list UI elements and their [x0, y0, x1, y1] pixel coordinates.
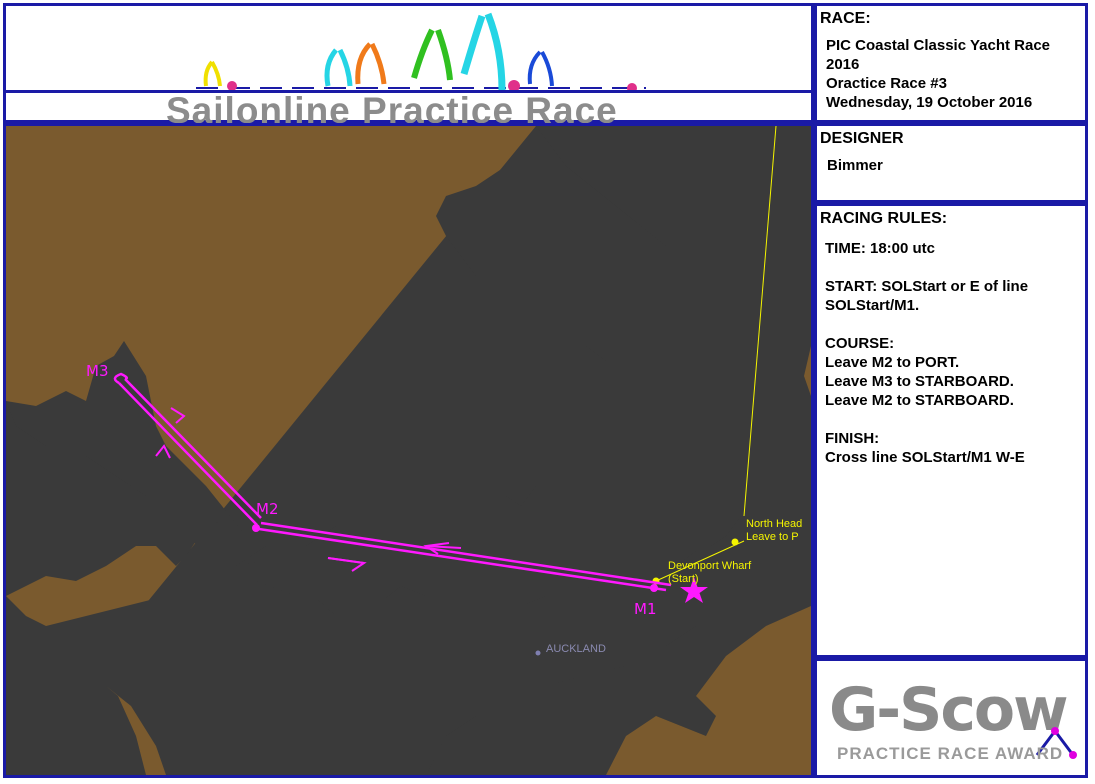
city-label-auckland: AUCKLAND: [546, 643, 606, 655]
rules-time: TIME: 18:00 utc: [825, 240, 936, 257]
rules-course-line: Leave M2 to STARBOARD.: [825, 392, 1014, 409]
award-panel: G-Scow PRACTICE RACE AWARD: [814, 658, 1088, 778]
rules-finish: FINISH: Cross line SOLStart/M1 W-E: [825, 429, 1085, 467]
course-map[interactable]: M3 M2 M1 North Head Leave to P Devonport…: [3, 123, 814, 778]
race-year-line: 2016: [826, 56, 860, 73]
mark-dot: [650, 584, 658, 592]
race-heading: RACE:: [820, 10, 871, 27]
rules-course-line: Leave M2 to PORT.: [825, 354, 960, 371]
race-practice-line: Oractice Race #3: [826, 75, 947, 92]
rules-start-line: SOLStart/M1.: [825, 297, 920, 314]
rules-course-line: Leave M3 to STARBOARD.: [825, 373, 1014, 390]
waypoint-label-line: North Head: [746, 518, 803, 530]
map-canvas[interactable]: [6, 126, 811, 775]
rules-start-line: START: SOLStart or E of line: [825, 278, 1029, 295]
sail-logo-graphic: [196, 12, 646, 90]
race-panel: RACE: PIC Coastal Classic Yacht Race 201…: [814, 3, 1088, 123]
waypoint-label-line: (Start): [668, 573, 699, 585]
award-subtitle: PRACTICE RACE AWARD: [837, 744, 1064, 763]
waypoint-label-north-head: North Head Leave to P: [746, 518, 802, 544]
waypoint-label-line: Devonport Wharf: [668, 560, 752, 572]
rules-start: START: SOLStart or E of line SOLStart/M1…: [825, 277, 1085, 315]
designer-heading: DESIGNER: [820, 130, 904, 147]
rules-course-line: COURSE:: [825, 335, 895, 352]
waypoint-dot: [731, 538, 739, 546]
mark-label-m2: M2: [256, 500, 279, 518]
race-name-line: PIC Coastal Classic Yacht Race: [826, 37, 1051, 54]
designer-name: Bimmer: [827, 157, 883, 174]
city-dot: [535, 650, 541, 656]
rules-course: COURSE: Leave M2 to PORT. Leave M3 to ST…: [825, 334, 1085, 410]
racing-rules-panel: RACING RULES: TIME: 18:00 utc START: SOL…: [814, 203, 1088, 658]
mark-label-m3: M3: [86, 362, 109, 380]
banner: Sailonline Practice Race: [3, 3, 814, 131]
rules-finish-line: Cross line SOLStart/M1 W-E: [825, 449, 1025, 466]
waypoint-label-devonport: Devonport Wharf (Start): [668, 560, 751, 586]
mark-dot: [252, 524, 260, 532]
mark-label-m1: M1: [634, 600, 657, 618]
rules-heading: RACING RULES:: [820, 210, 948, 227]
designer-panel: DESIGNER Bimmer: [814, 123, 1088, 203]
waypoint-label-line: Leave to P: [746, 531, 799, 543]
rules-finish-line: FINISH:: [825, 430, 880, 447]
race-details: PIC Coastal Classic Yacht Race 2016 Orac…: [826, 36, 1050, 112]
race-date-line: Wednesday, 19 October 2016: [826, 94, 1033, 111]
